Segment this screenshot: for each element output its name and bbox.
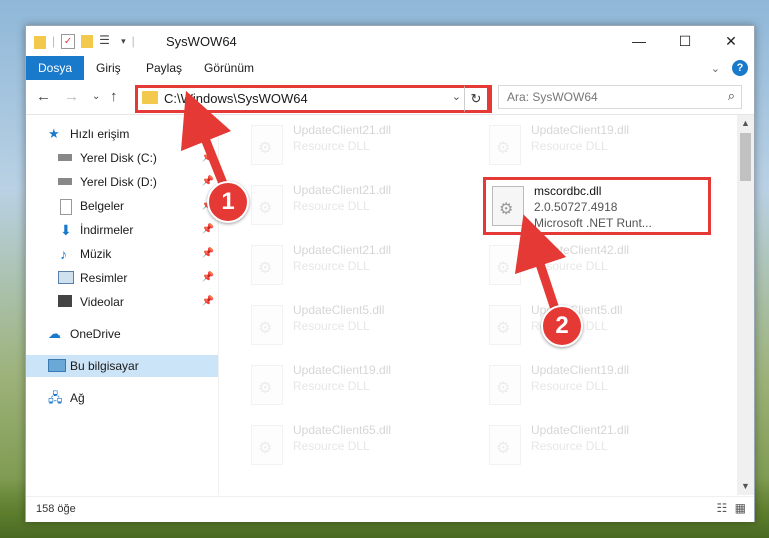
annotation-arrows: [180, 90, 567, 323]
callout-two: 2: [541, 305, 583, 347]
callout-one: 1: [207, 181, 249, 223]
